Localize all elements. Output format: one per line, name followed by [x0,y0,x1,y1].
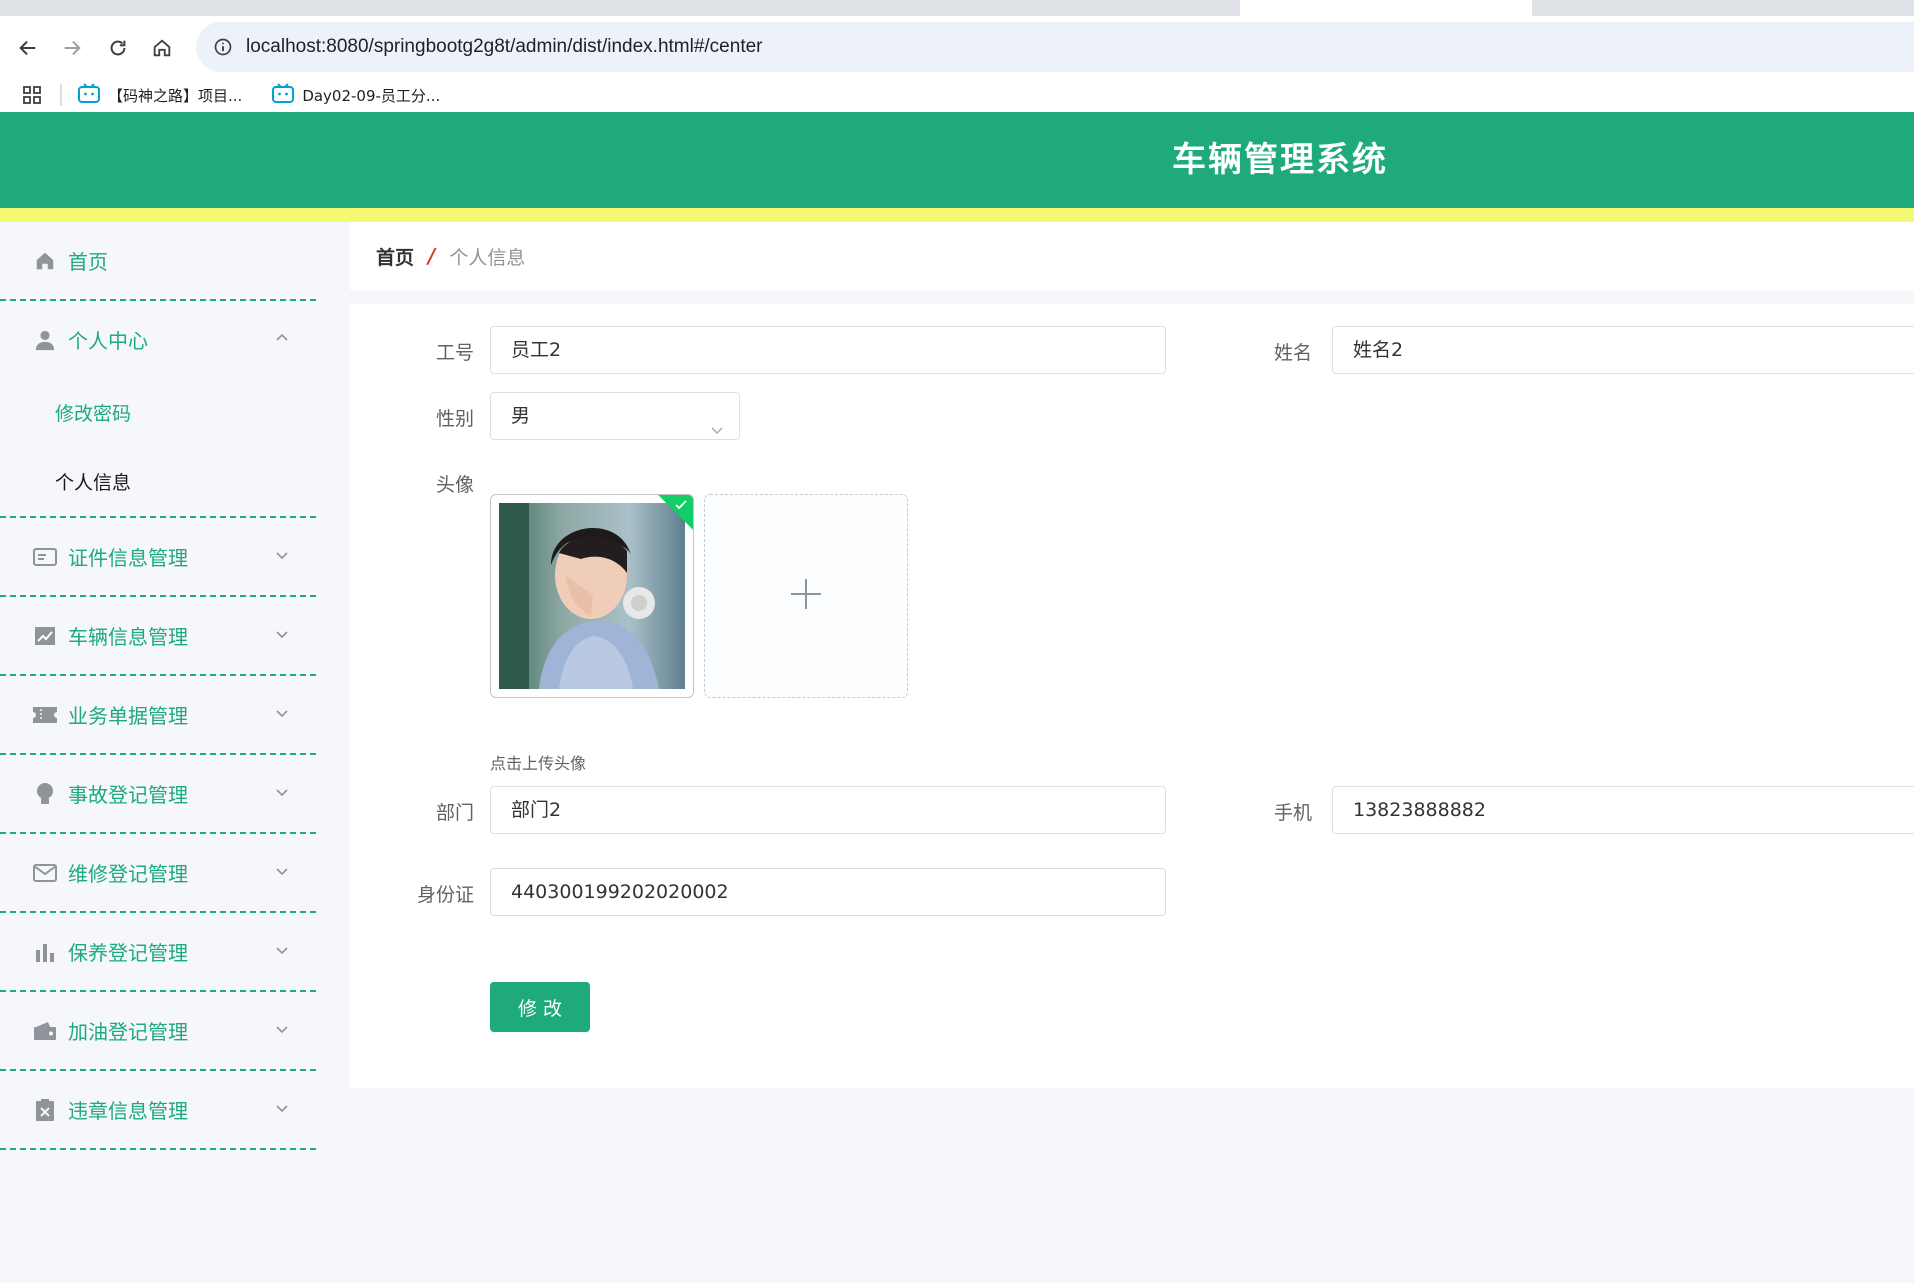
chevron-down-icon [274,781,292,799]
sidebar-item-repair[interactable]: 维修登记管理 [0,834,316,913]
breadcrumb-current: 个人信息 [449,246,526,269]
user-icon [30,325,60,355]
app-header: 车辆管理系统 [0,112,1914,208]
bookmarks-bar: 【码神之路】项目... Day02-09-员工分... [0,78,1914,112]
bookmark-label: 【码神之路】项目... [108,86,243,105]
avatar-label: 头像 [435,474,474,496]
id-card-label: 身份证 [416,884,474,906]
chevron-down-icon [274,544,292,562]
sidebar-item-label: 首页 [68,250,108,274]
sidebar-item-change-password[interactable]: 修改密码 [0,378,316,447]
sidebar-item-label: 证件信息管理 [68,546,188,570]
sidebar-item-label: 维修登记管理 [68,862,188,886]
breadcrumb-separator: / [428,244,436,268]
home-icon[interactable] [140,26,184,70]
forward-arrow-icon[interactable] [50,26,94,70]
chevron-down-icon [274,1018,292,1036]
avatar-upload-button[interactable] [704,494,908,698]
address-bar[interactable]: localhost:8080/springbootg2g8t/admin/dis… [196,22,1914,72]
sidebar-item-label: 业务单据管理 [68,704,188,728]
plus-icon [788,576,824,616]
chevron-down-icon [274,623,292,641]
chevron-down-icon [709,409,725,435]
site-info-icon[interactable] [208,32,238,62]
phone-label: 手机 [1273,802,1312,824]
bookmarks-divider [60,84,62,106]
home-icon [30,246,60,276]
chevron-down-icon [274,702,292,720]
chevron-up-icon [274,327,292,345]
mail-icon [30,858,60,888]
header-accent-bar [0,208,1914,222]
bookmark-item[interactable]: 【码神之路】项目... [78,83,242,107]
personal-center-submenu: 修改密码 个人信息 [0,378,316,518]
employee-no-input[interactable]: 员工2 [490,326,1166,374]
chevron-down-icon [274,1097,292,1115]
sidebar-item-refuel[interactable]: 加油登记管理 [0,992,316,1071]
browser-tab-strip [0,0,1914,16]
department-label: 部门 [435,802,474,824]
main-content: 首页 / 个人信息 工号 员工2 姓名 姓名2 性别 男 头像 点击上传头像 部… [316,222,1914,1283]
employee-no-label: 工号 [435,342,474,364]
id-card-input[interactable]: 440300199202020002 [490,868,1166,916]
wallet-icon [30,1016,60,1046]
address-url[interactable]: localhost:8080/springbootg2g8t/admin/dis… [246,36,763,58]
avatar-uploaded-card[interactable] [490,494,694,698]
sidebar-item-personal-info[interactable]: 个人信息 [0,447,316,516]
chart-icon [30,621,60,651]
update-button[interactable]: 修改 [490,982,590,1032]
ticket-icon [30,700,60,730]
name-input[interactable]: 姓名2 [1332,326,1914,374]
sidebar-item-label: 加油登记管理 [68,1020,188,1044]
phone-input[interactable]: 13823888882 [1332,786,1914,834]
breadcrumb-home[interactable]: 首页 [376,243,414,270]
clipboard-x-icon [30,1095,60,1125]
sidebar-item-label: 个人中心 [68,329,148,353]
bar-chart-icon [30,937,60,967]
gender-select-value: 男 [511,405,531,427]
apps-grid-icon[interactable] [20,83,44,107]
sidebar-item-violation[interactable]: 违章信息管理 [0,1071,316,1150]
sidebar: 首页 个人中心 修改密码 个人信息 证件信息管理 车辆信息管理 业务单据管理 事… [0,222,316,1283]
gender-label: 性别 [435,408,474,430]
breadcrumb: 首页 / 个人信息 [350,222,1914,290]
reload-icon[interactable] [96,26,140,70]
avatar-image [499,503,685,689]
sidebar-item-label: 车辆信息管理 [68,625,188,649]
bilibili-icon [272,83,295,107]
gender-select[interactable]: 男 [490,392,740,440]
sidebar-item-label: 保养登记管理 [68,941,188,965]
id-card-icon [30,542,60,572]
browser-tab-active[interactable] [1240,0,1532,16]
app-title: 车辆管理系统 [1172,140,1388,180]
department-input[interactable]: 部门2 [490,786,1166,834]
sidebar-item-business[interactable]: 业务单据管理 [0,676,316,755]
sidebar-item-label: 违章信息管理 [68,1099,188,1123]
sidebar-item-maintenance[interactable]: 保养登记管理 [0,913,316,992]
back-arrow-icon[interactable] [6,26,50,70]
bookmark-label: Day02-09-员工分... [302,86,441,105]
sidebar-item-accident[interactable]: 事故登记管理 [0,755,316,834]
personal-info-form: 工号 员工2 姓名 姓名2 性别 男 头像 点击上传头像 部门 部门2 手机 1… [350,304,1914,1088]
sidebar-item-certificate[interactable]: 证件信息管理 [0,518,316,597]
sidebar-item-home[interactable]: 首页 [0,222,316,301]
sidebar-item-vehicle[interactable]: 车辆信息管理 [0,597,316,676]
bilibili-icon [78,83,100,107]
chevron-down-icon [274,860,292,878]
browser-toolbar: localhost:8080/springbootg2g8t/admin/dis… [0,16,1914,78]
bookmark-item[interactable]: Day02-09-员工分... [272,83,440,107]
name-label: 姓名 [1273,342,1312,364]
checkmark-icon [673,497,689,513]
bulb-icon [30,779,60,809]
sidebar-item-label: 事故登记管理 [68,783,188,807]
chevron-down-icon [274,939,292,957]
avatar-upload-tip: 点击上传头像 [490,754,587,773]
sidebar-item-personal-center[interactable]: 个人中心 [0,301,316,378]
